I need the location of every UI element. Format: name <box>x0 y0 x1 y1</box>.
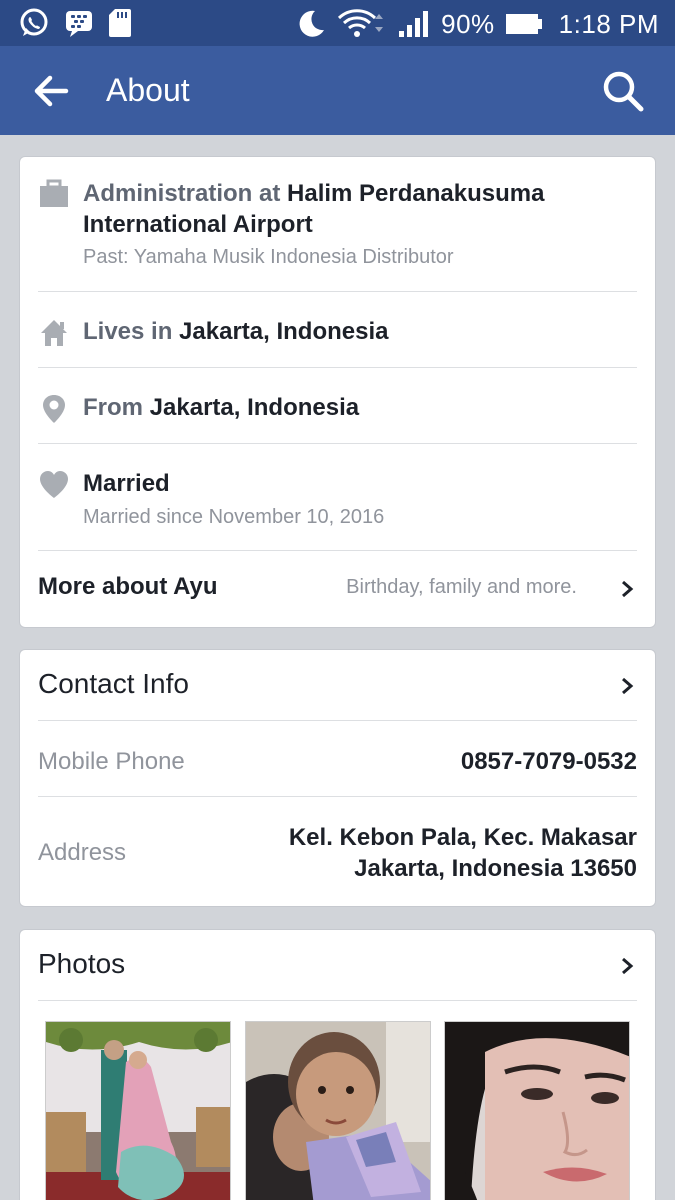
search-icon[interactable] <box>601 69 645 113</box>
divider <box>38 367 637 368</box>
from-prefix: From <box>83 394 150 421</box>
status-bar: 90% 1:18 PM <box>0 0 675 46</box>
heart-icon <box>40 471 68 498</box>
workplace-line-2: International Airport <box>83 211 313 238</box>
photos-title: Photos <box>38 948 126 979</box>
bbm-icon <box>66 11 92 37</box>
page-title: About <box>106 72 190 108</box>
system-status: 90% 1:18 PM <box>295 4 659 44</box>
lives-in-entry[interactable]: Lives in Jakarta, Indonesia <box>83 316 615 347</box>
clock: 1:18 PM <box>558 8 659 39</box>
briefcase-icon <box>40 179 68 207</box>
signal-icon <box>399 11 429 37</box>
more-about-subtitle: Birthday, family and more. <box>346 576 577 598</box>
battery-icon <box>505 14 542 34</box>
divider <box>38 1000 637 1001</box>
whatsapp-icon <box>20 8 48 36</box>
divider <box>38 443 637 444</box>
contact-info-title: Contact Info <box>38 668 189 699</box>
battery-percent: 90% <box>441 8 495 39</box>
contact-info-card: Contact Info Mobile Phone 0857-7079-0532… <box>19 649 656 907</box>
divider <box>38 720 637 721</box>
photo-thumbnail[interactable] <box>45 1021 231 1200</box>
address-value[interactable]: Kel. Kebon Pala, Kec. Makasar Jakarta, I… <box>289 822 637 884</box>
work-entry[interactable]: Administration at Halim Perdanakusuma In… <box>83 178 615 240</box>
photos-header[interactable]: Photos <box>20 930 655 1000</box>
address-line-1: Kel. Kebon Pala, Kec. Makasar <box>288 824 637 851</box>
address-line-2: Jakarta, Indonesia 13650 <box>354 855 637 882</box>
chevron-right-icon <box>622 957 634 975</box>
divider <box>38 796 637 797</box>
location-pin-icon <box>43 395 65 423</box>
more-about-title: More about Ayu <box>38 573 218 600</box>
wifi-icon <box>338 9 384 37</box>
from-entry[interactable]: From Jakarta, Indonesia <box>83 392 615 423</box>
home-icon <box>41 320 67 346</box>
notification-icons <box>18 7 132 39</box>
more-about-row[interactable]: More about Ayu Birthday, family and more… <box>20 551 655 627</box>
about-card: Administration at Halim Perdanakusuma In… <box>19 156 656 628</box>
contact-info-header[interactable]: Contact Info <box>20 650 655 720</box>
past-work: Past: Yamaha Musik Indonesia Distributor <box>83 246 454 268</box>
photos-card: Photos <box>19 929 656 1200</box>
relationship-status[interactable]: Married <box>83 468 615 499</box>
photo-thumbnail[interactable] <box>245 1021 431 1200</box>
chevron-right-icon <box>622 580 634 598</box>
workplace-line-1: Halim Perdanakusuma <box>287 180 545 207</box>
lives-in-prefix: Lives in <box>83 318 180 345</box>
from-place: Jakarta, Indonesia <box>149 394 360 421</box>
app-bar: About <box>0 46 675 135</box>
back-arrow-icon[interactable] <box>30 70 72 112</box>
chevron-right-icon <box>622 677 634 695</box>
moon-icon <box>299 10 325 37</box>
work-prefix: Administration at <box>83 180 288 207</box>
address-label: Address <box>38 839 127 866</box>
divider <box>38 291 637 292</box>
mobile-phone-label: Mobile Phone <box>38 748 185 775</box>
lives-in-place: Jakarta, Indonesia <box>179 318 389 345</box>
mobile-phone-value[interactable]: 0857-7079-0532 <box>461 746 637 777</box>
sd-card-icon <box>109 9 131 37</box>
relationship-detail: Married since November 10, 2016 <box>83 506 385 528</box>
photo-thumbnail[interactable] <box>444 1021 630 1200</box>
